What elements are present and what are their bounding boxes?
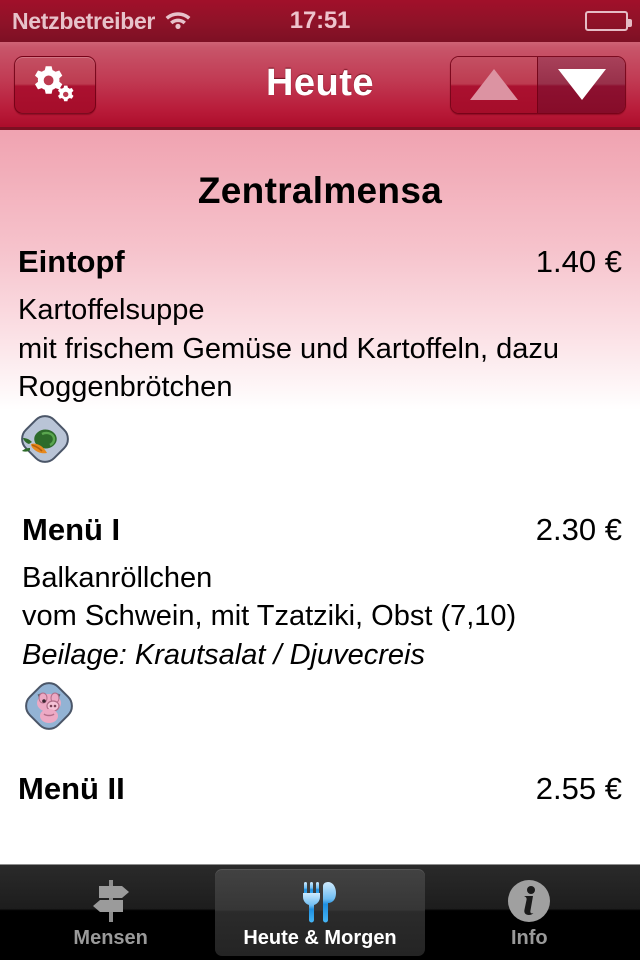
signpost-icon <box>86 877 136 925</box>
triangle-down-icon <box>557 69 606 100</box>
app-root: Netzbetreiber 17:51 Heute Zentralmensa E… <box>0 0 640 960</box>
tab-bar: Mensen Heute & Morgen Info <box>0 864 640 960</box>
meal-item[interactable]: Menü II 2.55 € <box>0 771 640 807</box>
meal-description-line: Roggenbrötchen <box>18 371 233 404</box>
previous-day-button[interactable] <box>451 56 538 113</box>
tab-label: Mensen <box>73 927 148 949</box>
menu-scroll-area[interactable]: Zentralmensa Eintopf 1.40 € Kartoffelsup… <box>0 130 640 864</box>
prev-next-segmented-control[interactable] <box>450 55 626 114</box>
status-bar-left: Netzbetreiber <box>12 8 192 34</box>
info-circle-icon <box>506 877 552 925</box>
meal-description-line: mit frischem Gemüse und Kartoffeln, dazu <box>18 332 560 365</box>
fork-knife-icon <box>296 877 344 925</box>
meal-description-line: Kartoffelsuppe <box>18 294 205 326</box>
clock-label: 17:51 <box>289 7 351 34</box>
tab-heute-morgen[interactable]: Heute & Morgen <box>215 869 425 956</box>
settings-button[interactable] <box>14 55 96 114</box>
tab-info[interactable]: Info <box>425 869 634 956</box>
meal-item[interactable]: Menü I 2.30 € Balkanröllchen vom Schwein… <box>0 512 640 732</box>
meal-badges <box>22 679 622 731</box>
wifi-icon <box>164 8 192 34</box>
status-bar: Netzbetreiber 17:51 <box>0 0 640 42</box>
gears-icon <box>29 61 81 108</box>
meal-badges <box>18 412 622 464</box>
next-day-button[interactable] <box>538 56 625 113</box>
meal-side-dish: Beilage: Krautsalat / Djuvecreis <box>22 638 425 671</box>
vegetarian-icon <box>18 412 72 466</box>
meal-item[interactable]: Eintopf 1.40 € Kartoffelsuppe mit frisch… <box>0 244 640 464</box>
meal-header: Eintopf 1.40 € <box>18 244 622 280</box>
mensa-title: Zentralmensa <box>197 170 443 211</box>
meal-description-line: Balkanröllchen <box>22 561 213 594</box>
pork-icon <box>22 679 76 733</box>
meal-price: 1.40 € <box>535 244 622 279</box>
triangle-up-icon <box>470 69 518 100</box>
meal-description: Kartoffelsuppe mit frischem Gemüse und K… <box>18 291 622 407</box>
meal-price: 2.55 € <box>535 771 622 807</box>
status-bar-right <box>585 11 632 31</box>
meal-header: Menü II 2.55 € <box>18 771 622 807</box>
tab-label: Info <box>510 927 548 949</box>
nav-bar: Heute <box>0 42 640 130</box>
battery-icon <box>585 11 632 31</box>
meal-description: Balkanröllchen vom Schwein, mit Tzatziki… <box>22 559 622 675</box>
meal-name: Menü II <box>18 771 125 807</box>
meal-name: Eintopf <box>18 244 125 279</box>
meal-description-line: vom Schwein, mit Tzatziki, Obst (7,10) <box>22 600 517 633</box>
meal-price: 2.30 € <box>535 511 622 547</box>
tab-mensen[interactable]: Mensen <box>6 869 215 956</box>
meal-name: Menü I <box>22 511 121 547</box>
carrier-label: Netzbetreiber <box>12 7 156 34</box>
tab-label: Heute & Morgen <box>243 927 397 949</box>
meal-header: Menü I 2.30 € <box>22 512 622 548</box>
